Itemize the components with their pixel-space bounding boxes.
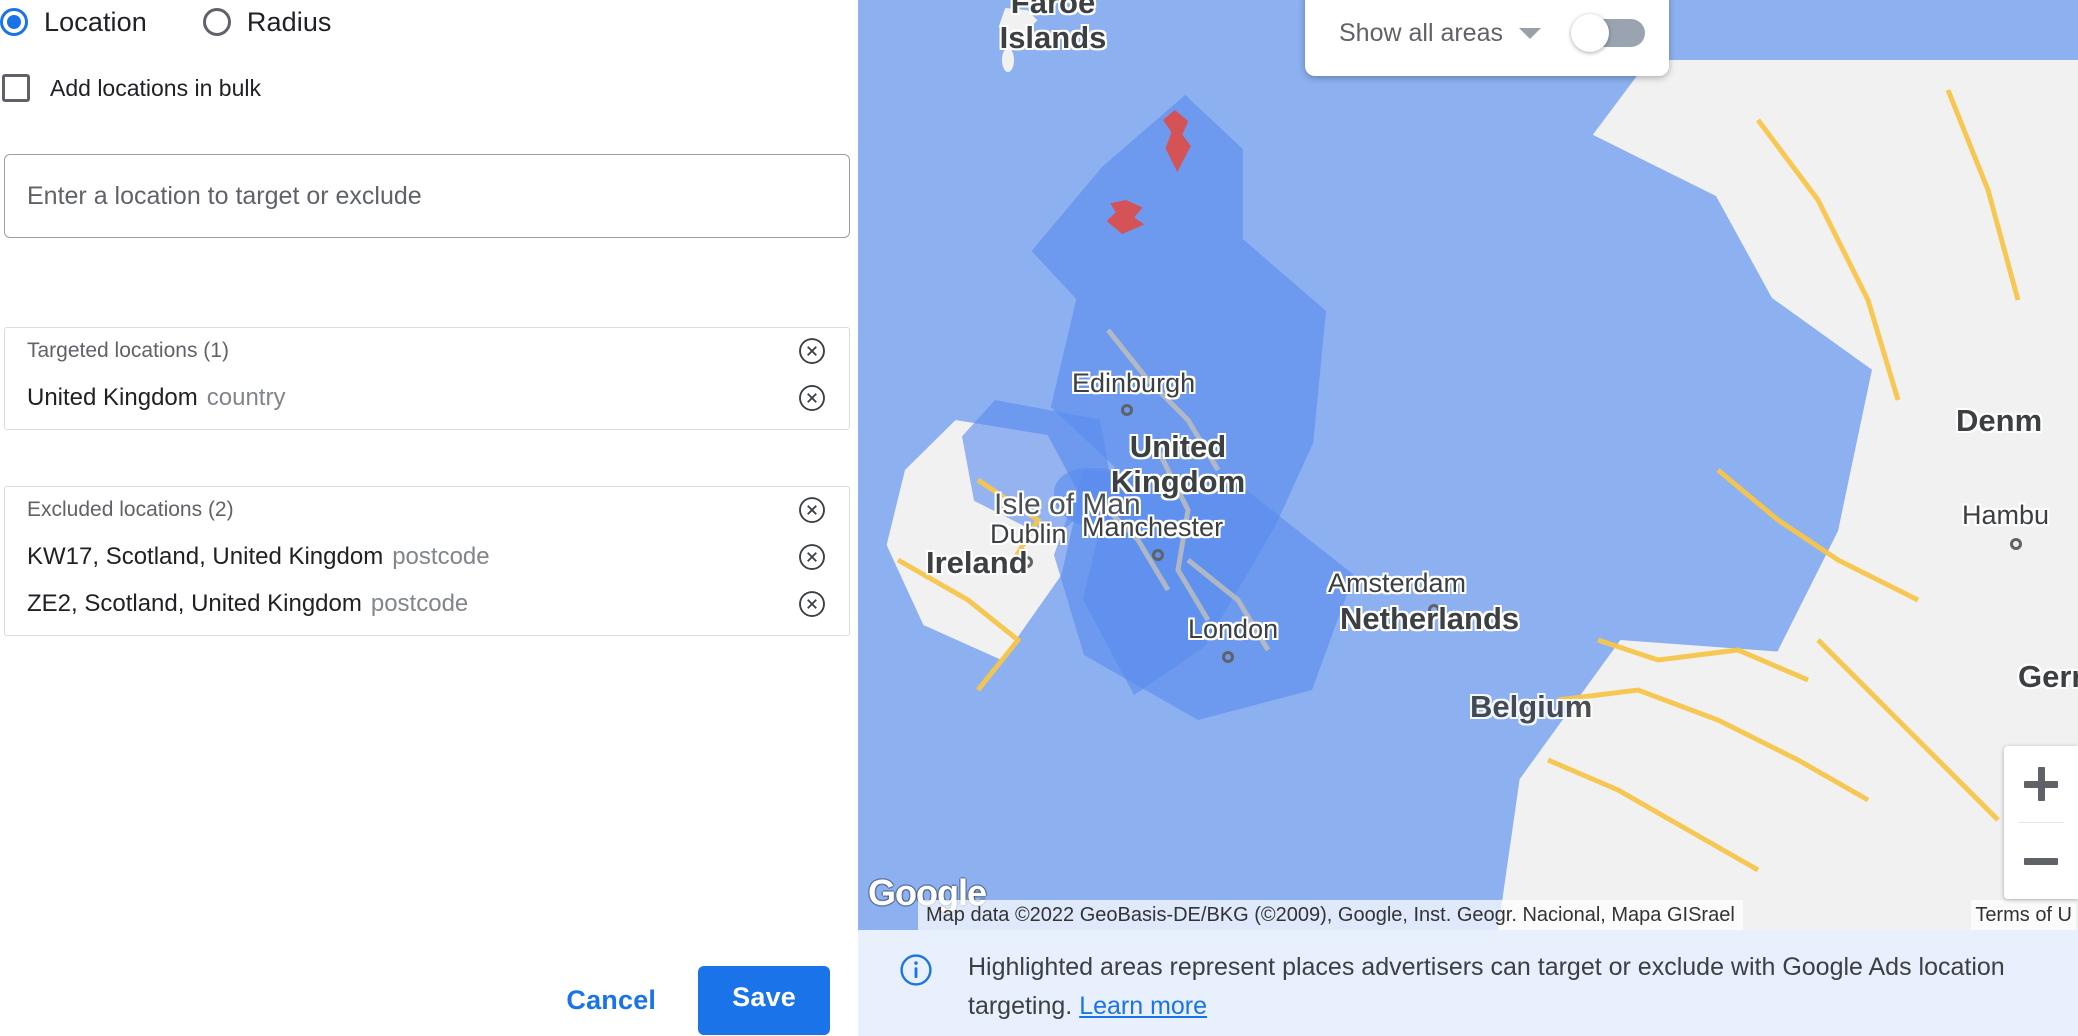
map-terms-of-use-link[interactable]: Terms of U [1971,900,2076,930]
map-landmass-norway [1592,60,2078,400]
show-all-areas-label[interactable]: Show all areas [1339,19,1503,48]
location-search-input[interactable] [4,154,850,238]
excluded-locations-card: Excluded locations (2) KW17, Scotland, U… [4,486,850,636]
zoom-in-button[interactable] [2004,746,2078,822]
excluded-location-name: KW17, Scotland, United Kingdom [27,542,384,570]
excluded-location-type: postcode [370,589,469,617]
map-city-dot-dublin [1021,556,1033,568]
excluded-locations-header: Excluded locations (2) [5,487,849,533]
map-city-dot-hamburg [2010,538,2022,550]
show-all-areas-toggle[interactable] [1570,14,1645,52]
excluded-locations-header-label: Excluded locations (2) [27,498,234,521]
table-row: ZE2, Scotland, United Kingdom postcode [5,580,849,627]
table-row: KW17, Scotland, United Kingdom postcode [5,533,849,580]
show-all-areas-control[interactable]: Show all areas [1305,0,1669,76]
dialog-footer-actions: Cancel Save [546,964,830,1036]
toggle-knob [1570,14,1609,52]
map-landmass-faroe-speck [1002,48,1014,72]
checkbox-icon-bulk[interactable] [2,74,30,102]
map-landmass-lowlands [1498,640,1858,930]
excluded-location-name: ZE2, Scotland, United Kingdom [27,589,362,617]
excluded-location-text: ZE2, Scotland, United Kingdom postcode [27,590,468,618]
learn-more-link[interactable]: Learn more [1079,992,1207,1020]
map-panel: Faroe Islands Edinburgh United Kingdom Isl… [858,0,2078,1036]
map-zoom-controls [2004,746,2078,899]
radio-option-radius[interactable]: Radius [202,6,332,38]
targeted-locations-card: Targeted locations (1) United Kingdom cou… [4,327,850,430]
cancel-button[interactable]: Cancel [546,973,676,1028]
targeted-location-type: country [206,383,286,411]
radio-option-location[interactable]: Location [0,7,147,38]
save-button[interactable]: Save [698,965,830,1035]
checkbox-label-bulk: Add locations in bulk [50,74,261,101]
map-label-faroe-islands: Faroe Islands [999,0,1107,55]
add-locations-in-bulk-checkbox[interactable]: Add locations in bulk [2,74,261,102]
map-city-dot-amsterdam [1428,604,1440,616]
map-city-dot-edinburgh [1121,404,1133,416]
radio-label-radius: Radius [246,6,332,37]
left-settings-panel: Location Radius Add locations in bulk Ta… [0,0,858,1036]
map-info-notice-text: Highlighted areas represent places adver… [968,948,2048,1026]
remove-excluded-location-icon[interactable] [797,589,827,619]
targeted-location-name: United Kingdom [27,383,198,411]
targeted-location-text: United Kingdom country [27,384,285,412]
map-attribution-text: Map data ©2022 GeoBasis-DE/BKG (©2009), … [918,900,1743,930]
map-landmass-faroe-islands [998,8,1038,44]
remove-all-excluded-icon[interactable] [797,495,827,525]
radio-icon-location[interactable] [0,8,28,36]
targeted-locations-header: Targeted locations (1) [5,328,849,374]
chevron-down-icon[interactable] [1518,27,1541,39]
remove-excluded-location-icon[interactable] [797,542,827,572]
radio-label-location: Location [44,6,147,37]
map-city-dot-manchester [1152,549,1164,561]
remove-all-targeted-icon[interactable] [797,336,827,366]
info-icon [898,952,934,988]
google-map-canvas[interactable]: Faroe Islands Edinburgh United Kingdom Isl… [858,0,2078,930]
targeted-locations-header-label: Targeted locations (1) [27,339,229,362]
plus-icon-vertical [2037,767,2045,801]
excluded-location-type: postcode [392,542,490,570]
targeting-mode-radio-group: Location Radius [0,0,388,44]
radio-icon-radius[interactable] [202,8,231,36]
map-info-notice: Highlighted areas represent places adver… [858,930,2078,1036]
table-row: United Kingdom country [5,374,849,421]
location-targeting-dialog: Location Radius Add locations in bulk Ta… [0,0,2078,1036]
zoom-out-button[interactable] [2004,823,2078,899]
minus-icon [2024,857,2058,865]
remove-targeted-location-icon[interactable] [797,383,827,413]
map-city-dot-london [1222,651,1234,663]
excluded-location-text: KW17, Scotland, United Kingdom postcode [27,543,490,571]
